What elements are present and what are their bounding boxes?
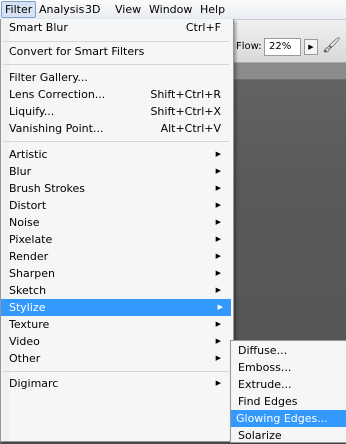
menu-item-artistic[interactable]: Artistic ▶ (3, 146, 229, 163)
menu-item-label: Texture (9, 318, 50, 331)
submenu-item-solarize[interactable]: Solarize (233, 427, 346, 444)
menu-item-label: Extrude... (238, 378, 292, 391)
menu-item-label: Render (9, 250, 49, 263)
menu-item-label: Emboss... (238, 361, 292, 374)
menu-item-label: Sketch (9, 284, 47, 297)
menu-item-shortcut: Ctrl+F (185, 21, 221, 34)
submenu-arrow-icon: ▶ (215, 218, 221, 226)
menu-item-blur[interactable]: Blur ▶ (3, 163, 229, 180)
menu-item-convert-smart-filters[interactable]: Convert for Smart Filters (3, 43, 229, 60)
menu-bar: Filter Analysis 3D View Window Help (0, 0, 346, 20)
submenu-arrow-icon: ▶ (215, 379, 221, 387)
menu-separator (3, 371, 229, 372)
submenu-arrow-icon: ▶ (215, 269, 221, 277)
menu-item-label: Pixelate (9, 233, 53, 246)
menu-item-label: Sharpen (9, 267, 55, 280)
submenu-arrow-icon: ▶ (217, 303, 223, 311)
menu-item-label: Convert for Smart Filters (9, 45, 145, 58)
menu-item-label: Smart Blur (9, 21, 68, 34)
flow-label: Flow: (236, 41, 262, 52)
submenu-arrow-icon: ▶ (215, 150, 221, 158)
airbrush-icon[interactable]: 🖌 (322, 36, 341, 54)
submenu-item-find-edges[interactable]: Find Edges (233, 393, 346, 410)
menu-item-label: Solarize (238, 429, 282, 442)
menu-3d[interactable]: 3D (82, 2, 103, 17)
menu-item-vanishing-point[interactable]: Vanishing Point... Alt+Ctrl+V (3, 120, 229, 137)
menu-item-label: Stylize (9, 301, 46, 314)
menu-item-shortcut: Shift+Ctrl+R (150, 88, 221, 101)
menu-analysis[interactable]: Analysis (36, 2, 87, 17)
menu-item-stylize[interactable]: Stylize ▶ (1, 299, 231, 316)
menu-item-label: Noise (9, 216, 40, 229)
menu-item-label: Find Edges (238, 395, 298, 408)
submenu-arrow-icon: ▶ (215, 167, 221, 175)
menu-item-video[interactable]: Video ▶ (3, 333, 229, 350)
submenu-item-emboss[interactable]: Emboss... (233, 359, 346, 376)
submenu-arrow-icon: ▶ (215, 320, 221, 328)
flow-dropdown-arrow-icon[interactable]: ▶ (304, 39, 318, 55)
menu-item-label: Vanishing Point... (9, 122, 104, 135)
menu-item-label: Glowing Edges... (236, 412, 328, 425)
menu-separator (3, 141, 229, 142)
submenu-arrow-icon: ▶ (215, 184, 221, 192)
menu-item-label: Liquify... (9, 105, 55, 118)
menu-item-label: Other (9, 352, 41, 365)
menu-window[interactable]: Window (146, 2, 195, 17)
menu-item-smart-blur[interactable]: Smart Blur Ctrl+F (3, 19, 229, 36)
menu-item-render[interactable]: Render ▶ (3, 248, 229, 265)
submenu-arrow-icon: ▶ (215, 337, 221, 345)
submenu-arrow-icon: ▶ (215, 252, 221, 260)
flow-input[interactable]: 22% (264, 38, 301, 56)
submenu-item-extrude[interactable]: Extrude... (233, 376, 346, 393)
menu-item-shortcut: Alt+Ctrl+V (160, 122, 221, 135)
menu-view[interactable]: View (112, 2, 144, 17)
menu-item-pixelate[interactable]: Pixelate ▶ (3, 231, 229, 248)
filter-menu: Smart Blur Ctrl+F Convert for Smart Filt… (0, 19, 234, 442)
menu-item-label: Filter Gallery... (9, 71, 88, 84)
document-tab-strip (228, 63, 346, 80)
submenu-item-glowing-edges[interactable]: Glowing Edges... (231, 410, 346, 427)
menu-item-filter-gallery[interactable]: Filter Gallery... (3, 69, 229, 86)
menu-item-label: Digimarc (9, 377, 59, 390)
menu-item-shortcut: Shift+Ctrl+X (150, 105, 221, 118)
menu-item-sharpen[interactable]: Sharpen ▶ (3, 265, 229, 282)
menu-item-brush-strokes[interactable]: Brush Strokes ▶ (3, 180, 229, 197)
menu-item-label: Video (9, 335, 40, 348)
menu-item-other[interactable]: Other ▶ (3, 350, 229, 367)
submenu-item-diffuse[interactable]: Diffuse... (233, 342, 346, 359)
menu-item-label: Artistic (9, 148, 48, 161)
menu-item-lens-correction[interactable]: Lens Correction... Shift+Ctrl+R (3, 86, 229, 103)
stylize-submenu: Diffuse... Emboss... Extrude... Find Edg… (230, 340, 346, 443)
submenu-arrow-icon: ▶ (215, 286, 221, 294)
submenu-arrow-icon: ▶ (215, 201, 221, 209)
menu-help[interactable]: Help (197, 2, 228, 17)
menu-filter[interactable]: Filter (1, 1, 37, 18)
menu-item-label: Diffuse... (238, 344, 288, 357)
menu-item-texture[interactable]: Texture ▶ (3, 316, 229, 333)
menu-item-liquify[interactable]: Liquify... Shift+Ctrl+X (3, 103, 229, 120)
menu-item-digimarc[interactable]: Digimarc ▶ (3, 375, 229, 392)
menu-item-label: Lens Correction... (9, 88, 106, 101)
submenu-arrow-icon: ▶ (215, 354, 221, 362)
menu-item-label: Blur (9, 165, 32, 178)
menu-separator (3, 64, 229, 65)
submenu-arrow-icon: ▶ (215, 235, 221, 243)
menu-item-label: Brush Strokes (9, 182, 86, 195)
menu-item-sketch[interactable]: Sketch ▶ (3, 282, 229, 299)
menu-item-label: Distort (9, 199, 47, 212)
menu-item-distort[interactable]: Distort ▶ (3, 197, 229, 214)
menu-item-noise[interactable]: Noise ▶ (3, 214, 229, 231)
menu-separator (3, 41, 229, 42)
